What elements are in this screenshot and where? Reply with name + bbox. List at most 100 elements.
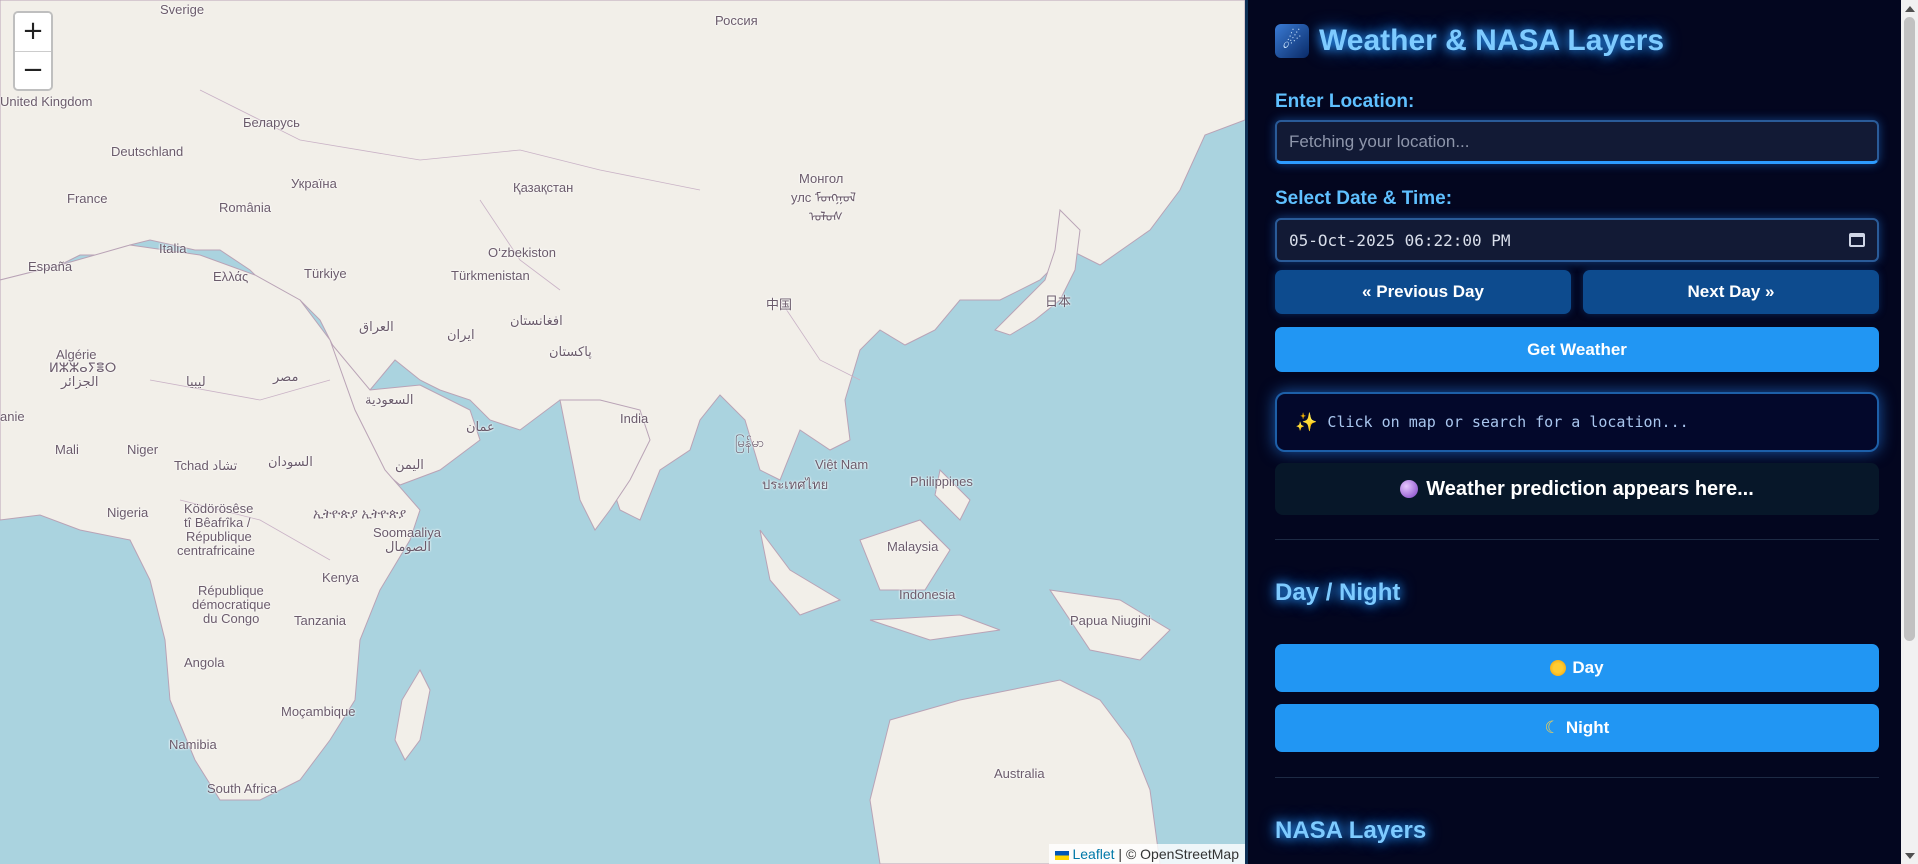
location-label: Enter Location: xyxy=(1275,91,1415,112)
map-label-mali: Mali xyxy=(55,442,79,457)
map-label-turkiye: Türkiye xyxy=(304,266,347,281)
map-label-japan: 日本 xyxy=(1045,294,1072,309)
map-label-malaysia: Malaysia xyxy=(887,539,939,554)
map-label-rossiya: Россия xyxy=(715,13,758,28)
location-input[interactable]: Fetching your location... xyxy=(1275,120,1879,164)
divider xyxy=(1275,539,1879,540)
map-label-niger: Niger xyxy=(127,442,159,457)
map-label-italia: Italia xyxy=(159,241,187,256)
map-label-libya: ليبيا xyxy=(186,374,206,389)
sidebar-scrollbar[interactable] xyxy=(1901,0,1918,864)
nasa-layers-title: NASA Layers xyxy=(1275,817,1427,844)
arrow-up-icon xyxy=(1904,5,1915,12)
hint-text: Click on map or search for a location... xyxy=(1327,413,1689,431)
calendar-icon[interactable] xyxy=(1849,233,1865,247)
map-label-misr: مصر xyxy=(273,369,299,384)
map-label-algerie-3: الجزائر xyxy=(61,374,99,389)
map-label-kodorosese-4: centrafricaine xyxy=(177,543,256,558)
scrollbar-thumb[interactable] xyxy=(1904,17,1915,641)
map-label-somalia: Soomaaliya xyxy=(373,525,441,540)
prediction-text: Weather prediction appears here... xyxy=(1426,477,1754,500)
scroll-up-button[interactable] xyxy=(1901,0,1918,17)
map-label-espana: España xyxy=(28,259,73,274)
map-label-kodorosese-2: tî Bêafrîka / xyxy=(184,515,251,530)
map-label-ukraina: Україна xyxy=(291,176,337,191)
map-label-namibia: Namibia xyxy=(169,737,217,752)
map-label-yemen: اليمن xyxy=(395,457,424,472)
map-label-rdc-3: du Congo xyxy=(203,611,260,626)
map-label-southafrica: South Africa xyxy=(207,781,278,796)
get-weather-button[interactable]: Get Weather xyxy=(1275,327,1879,372)
map-label-png: Papua Niugini xyxy=(1070,613,1151,628)
sidebar: ☄ Weather & NASA Layers Enter Location: … xyxy=(1245,0,1918,864)
day-button-label: Day xyxy=(1572,658,1604,677)
map-label-somalia-2: الصومال xyxy=(385,539,431,554)
map-label-mongol: Монгол xyxy=(799,171,844,186)
map-label-kenya: Kenya xyxy=(322,570,359,585)
map-label-angola: Angola xyxy=(184,655,225,670)
map-view[interactable]: Sverige Россия United Kingdom Беларусь D… xyxy=(0,0,1245,864)
attribution-separator: | © xyxy=(1114,846,1141,862)
crystal-ball-icon xyxy=(1400,480,1419,498)
map-label-afghanistan: افغانستان xyxy=(510,313,563,328)
map-label-kodorosese: Ködörösêse xyxy=(184,501,254,516)
zoom-out-button[interactable]: − xyxy=(15,51,51,89)
map-label-algerie-2: ⵍⵣⵣⴰⵢⴻⵔ xyxy=(49,360,117,375)
map-label-china: 中国 xyxy=(766,297,793,312)
map-label-anie: anie xyxy=(0,409,25,424)
map-label-ellas: Ελλάς xyxy=(213,269,249,284)
map-label-rdc-2: démocratique xyxy=(192,597,271,612)
map-label-belarus: Беларусь xyxy=(243,115,300,130)
map-label-tanzania: Tanzania xyxy=(294,613,347,628)
day-night-title: Day / Night xyxy=(1275,579,1401,606)
map-label-saudi: السعودية xyxy=(365,392,414,407)
app-title: ☄ Weather & NASA Layers xyxy=(1275,24,1664,58)
sun-icon xyxy=(1550,660,1567,676)
map-label-uk: United Kingdom xyxy=(0,94,93,109)
map-attribution: Leaflet | © OpenStreetMap xyxy=(1049,844,1245,864)
map-label-iran: ایران xyxy=(447,327,475,342)
map-label-romania: România xyxy=(219,200,272,215)
map-label-rdc: République xyxy=(198,583,264,598)
map-label-mocambique: Moçambique xyxy=(281,704,356,719)
next-day-button[interactable]: Next Day » xyxy=(1583,270,1879,314)
leaflet-link[interactable]: Leaflet xyxy=(1072,846,1114,862)
map-label-sverige: Sverige xyxy=(160,2,205,17)
map-label-tchad: Tchad تشاد xyxy=(174,458,238,473)
arrow-down-icon xyxy=(1904,852,1915,859)
ukraine-flag-icon xyxy=(1055,851,1070,860)
map-label-turkmenistan: Türkmenistan xyxy=(451,268,530,283)
sparkle-icon: ✨ xyxy=(1295,411,1318,433)
previous-day-button[interactable]: « Previous Day xyxy=(1275,270,1571,314)
moon-icon: ☾ xyxy=(1544,718,1560,737)
zoom-control: + − xyxy=(13,11,53,91)
rocket-icon: ☄ xyxy=(1275,24,1309,58)
day-button[interactable]: Day xyxy=(1275,644,1879,692)
map-label-india: India xyxy=(620,411,649,426)
datetime-value: 05-Oct-2025 06:22:00 PM xyxy=(1289,230,1511,250)
night-button[interactable]: ☾ Night xyxy=(1275,704,1879,752)
divider-2 xyxy=(1275,777,1879,778)
datetime-input[interactable]: 05-Oct-2025 06:22:00 PM xyxy=(1275,218,1879,262)
map-label-france: France xyxy=(67,191,108,206)
osm-link[interactable]: OpenStreetMap xyxy=(1140,846,1239,862)
map-label-ethiopia: ኢትዮጵያ ኢትዮጵያ xyxy=(313,506,407,521)
map-label-australia: Australia xyxy=(994,766,1045,781)
map-label-thailand: ประเทศไทย xyxy=(762,477,829,492)
map-label-pakistan: پاکستان xyxy=(549,344,592,359)
map-label-deutschland: Deutschland xyxy=(111,144,184,159)
map-label-iraq: العراق xyxy=(359,319,394,334)
map-land xyxy=(0,0,1245,864)
scroll-down-button[interactable] xyxy=(1901,847,1918,864)
datetime-label: Select Date & Time: xyxy=(1275,188,1453,209)
map-label-sudan: السودان xyxy=(268,454,313,469)
location-placeholder: Fetching your location... xyxy=(1289,131,1470,151)
map-label-mongol-3: ᠤᠯᠤᠰ xyxy=(809,209,843,224)
map-label-kazakhstan: Қазақстан xyxy=(513,180,574,195)
map-label-mongol-2: улс ᠮᠣᠩᠭᠣᠯ xyxy=(791,190,857,205)
map-label-vietnam: Việt Nam xyxy=(815,457,869,472)
zoom-in-button[interactable]: + xyxy=(15,13,51,51)
prediction-box: Weather prediction appears here... xyxy=(1275,463,1879,515)
map-label-nigeria: Nigeria xyxy=(107,505,149,520)
map-label-myanmar: မြန်မာ xyxy=(735,435,765,450)
